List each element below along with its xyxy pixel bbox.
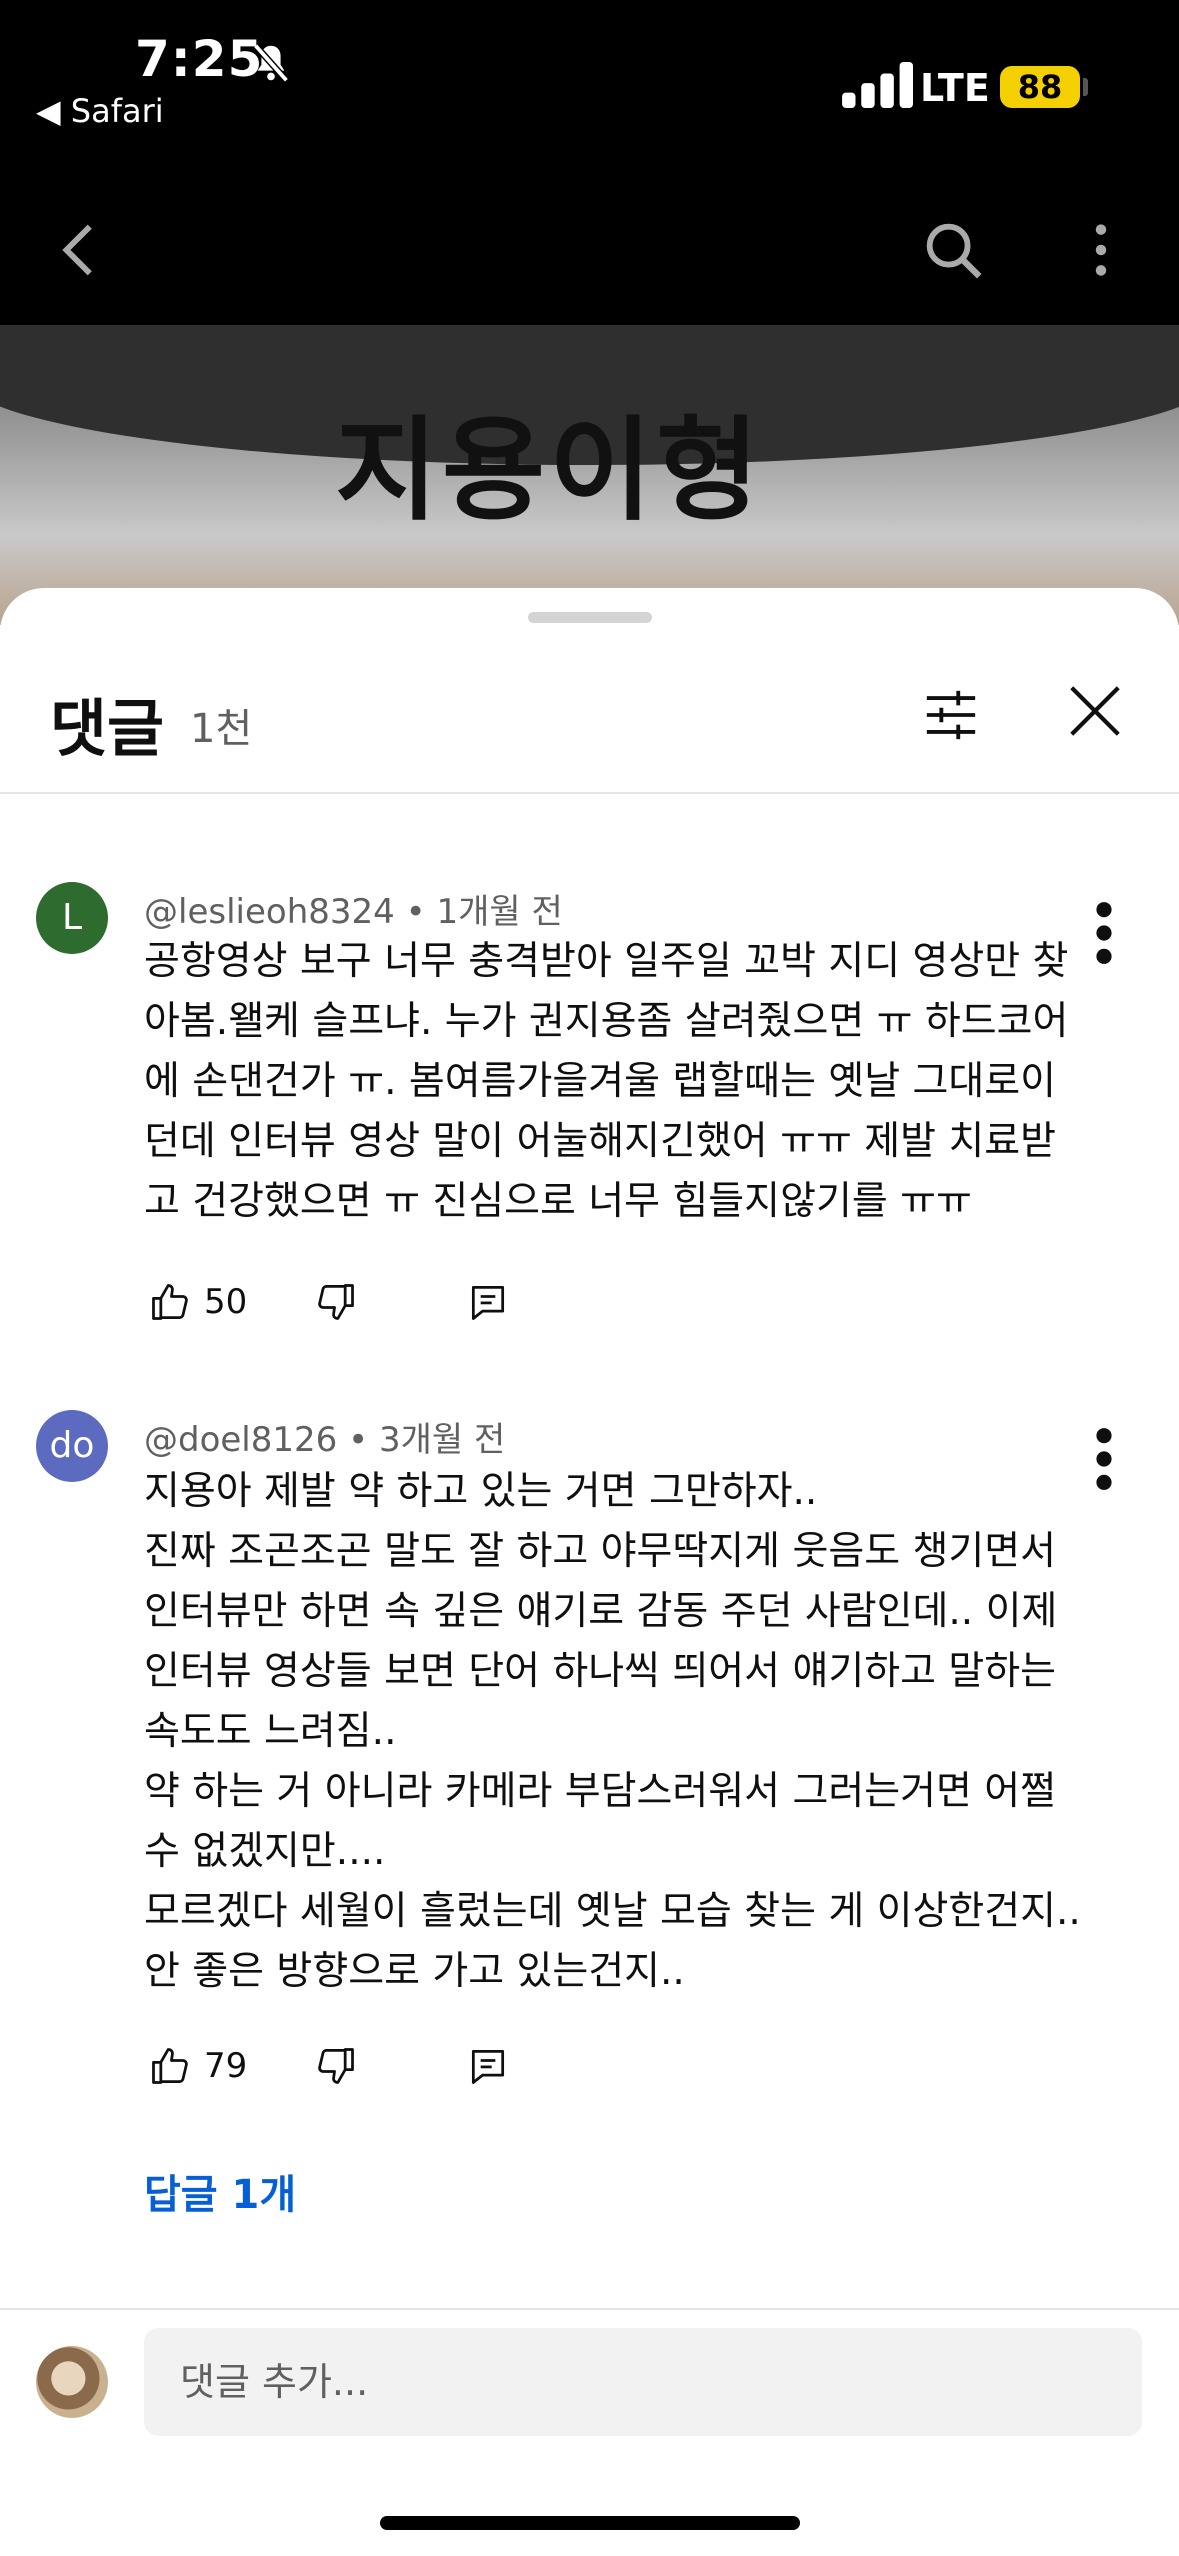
top-app-bar	[0, 175, 1179, 325]
drag-handle[interactable]	[528, 612, 652, 623]
composer-divider	[0, 2308, 1179, 2310]
avatar[interactable]: do	[36, 1410, 108, 1482]
reply-icon[interactable]	[466, 2044, 510, 2088]
home-indicator[interactable]	[380, 2516, 800, 2530]
comments-title: 댓글	[50, 692, 165, 765]
more-vert-icon[interactable]	[1066, 215, 1136, 285]
comment-author[interactable]: @doel8126	[144, 1420, 337, 1460]
comment-meta: @doel8126 • 3개월 전	[144, 1412, 505, 1461]
comment-text: 공항영상 보구 너무 충격받아 일주일 꼬박 지디 영상만 찾 아봄.왤케 슬프…	[144, 939, 1069, 1224]
back-arrow-icon[interactable]	[46, 215, 116, 285]
close-icon[interactable]	[1064, 680, 1126, 742]
comment-time: • 1개월 전	[405, 892, 563, 932]
comment-time: • 3개월 전	[348, 1420, 506, 1460]
comment-actions: 50	[144, 1272, 744, 1332]
sort-filter-icon[interactable]	[922, 686, 980, 744]
header-divider	[0, 792, 1179, 794]
comment-meta: @leslieoh8324 • 1개월 전	[144, 884, 563, 933]
status-time: 7:25	[135, 30, 264, 88]
comments-count: 1천	[190, 706, 253, 752]
like-icon[interactable]	[148, 2044, 192, 2088]
search-icon[interactable]	[918, 215, 988, 285]
view-replies-link[interactable]: 답글 1개	[144, 2162, 296, 2220]
like-count: 50	[204, 1282, 248, 1322]
my-avatar[interactable]	[36, 2346, 108, 2418]
back-to-safari-link[interactable]: ◀ Safari	[36, 92, 164, 130]
status-bar: 7:25 ◀ Safari LTE 88	[0, 0, 1179, 175]
video-player[interactable]: 지용이형	[0, 325, 1179, 625]
dislike-icon[interactable]	[314, 2044, 358, 2088]
bell-muted-icon	[253, 43, 289, 83]
video-caption-text: 지용이형	[335, 406, 764, 536]
battery-indicator: 88	[1000, 66, 1080, 108]
comment-author[interactable]: @leslieoh8324	[144, 892, 395, 932]
comment-actions: 79	[144, 2036, 744, 2096]
comment-text: 지용아 제발 약 하고 있는 거면 그만하자.. 진짜 조곤조곤 말도 잘 하고…	[144, 1469, 1081, 1994]
reply-icon[interactable]	[466, 1280, 510, 1324]
add-comment-input[interactable]	[144, 2328, 1142, 2436]
like-count: 79	[204, 2046, 248, 2086]
network-type: LTE	[920, 66, 990, 110]
avatar[interactable]: L	[36, 882, 108, 954]
dislike-icon[interactable]	[314, 1280, 358, 1324]
like-icon[interactable]	[148, 1280, 192, 1324]
battery-tip	[1083, 78, 1088, 96]
